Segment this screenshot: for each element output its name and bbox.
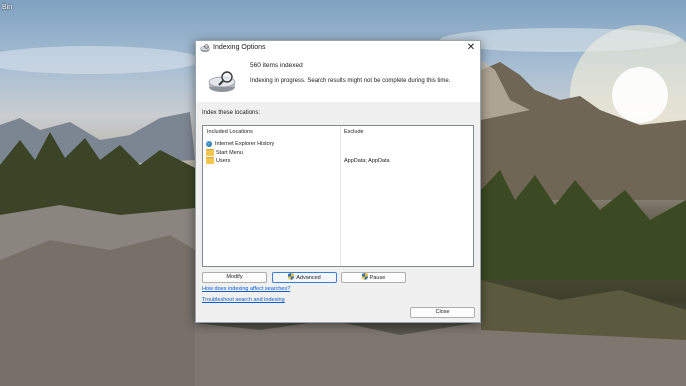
location-name: Internet Explorer History	[215, 141, 275, 147]
locations-list[interactable]: Included Locations Exclude Internet Expl…	[202, 125, 474, 267]
uac-shield-icon	[288, 273, 295, 280]
items-indexed-count: 560 items indexed	[250, 62, 303, 69]
location-row-users[interactable]: Users	[206, 157, 230, 165]
location-row-ie-history[interactable]: Internet Explorer History	[206, 140, 274, 148]
exclude-header: Exclude	[344, 129, 364, 135]
column-divider	[340, 126, 341, 266]
advanced-button[interactable]: Advanced	[272, 272, 337, 283]
status-header: 560 items indexed Indexing in progress. …	[196, 56, 480, 102]
location-name: Users	[216, 158, 231, 164]
uac-shield-icon	[361, 273, 368, 280]
close-button[interactable]: Close	[410, 307, 475, 318]
advanced-button-label: Advanced	[296, 275, 321, 281]
close-icon[interactable]: ✕	[464, 42, 478, 54]
dialog-titlebar[interactable]: Indexing Options ✕	[196, 41, 480, 56]
indexing-options-icon	[200, 44, 210, 53]
dialog-title: Indexing Options	[213, 44, 266, 51]
pause-button[interactable]: Pause	[341, 272, 406, 283]
indexing-drive-magnifier-icon	[208, 71, 236, 92]
recycle-bin-label[interactable]: Bin	[2, 4, 12, 11]
index-locations-label: Index these locations:	[202, 110, 261, 116]
pause-button-label: Pause	[369, 275, 386, 281]
indexing-status-message: Indexing in progress. Search results mig…	[250, 78, 451, 84]
folder-icon	[206, 149, 214, 157]
folder-icon	[206, 157, 214, 165]
internet-explorer-icon	[206, 140, 212, 147]
included-locations-header: Included Locations	[207, 129, 253, 135]
location-exclude-users: AppData; AppData	[344, 158, 390, 164]
modify-button-label: Modify	[226, 274, 243, 280]
location-row-start-menu[interactable]: Start Menu	[206, 149, 243, 157]
indexing-options-dialog: Indexing Options ✕ 560 items indexed Ind…	[195, 40, 481, 323]
modify-button[interactable]: Modify	[202, 272, 267, 283]
indexing-help-link[interactable]: How does indexing affect searches?	[202, 286, 290, 292]
troubleshoot-link[interactable]: Troubleshoot search and indexing	[202, 297, 285, 303]
close-button-label: Close	[435, 309, 450, 315]
location-name: Start Menu	[216, 150, 243, 156]
